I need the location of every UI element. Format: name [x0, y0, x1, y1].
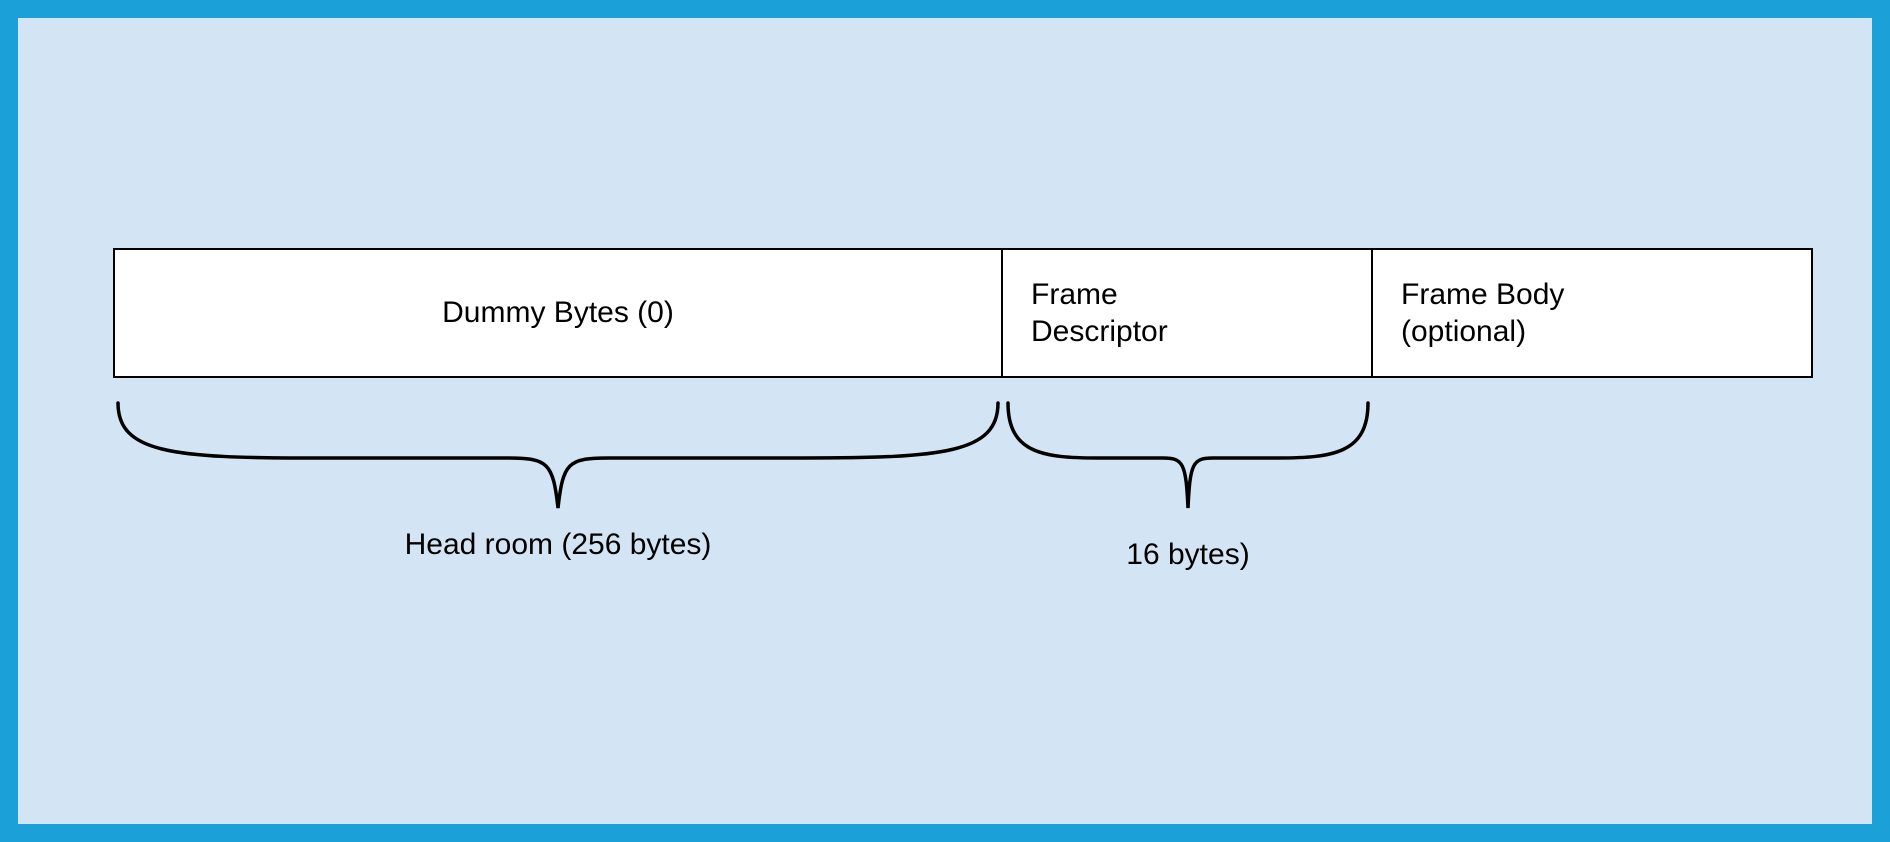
cell-frame-body-label: Frame Body(optional) [1401, 276, 1564, 351]
frame-layout-row: Dummy Bytes (0) FrameDescriptor Frame Bo… [113, 248, 1813, 378]
brace-headroom-label: Head room (256 bytes) [113, 528, 1003, 562]
cell-frame-body: Frame Body(optional) [1373, 248, 1813, 378]
cell-dummy-bytes-label: Dummy Bytes (0) [442, 294, 674, 332]
cell-frame-descriptor: FrameDescriptor [1003, 248, 1373, 378]
cell-dummy-bytes: Dummy Bytes (0) [113, 248, 1003, 378]
cell-frame-descriptor-label: FrameDescriptor [1031, 276, 1168, 351]
diagram-canvas: Dummy Bytes (0) FrameDescriptor Frame Bo… [0, 0, 1890, 842]
brace-headroom [113, 398, 1003, 518]
brace-descriptor-size [1003, 398, 1373, 518]
brace-descriptor-size-label: 16 bytes) [1003, 538, 1373, 572]
